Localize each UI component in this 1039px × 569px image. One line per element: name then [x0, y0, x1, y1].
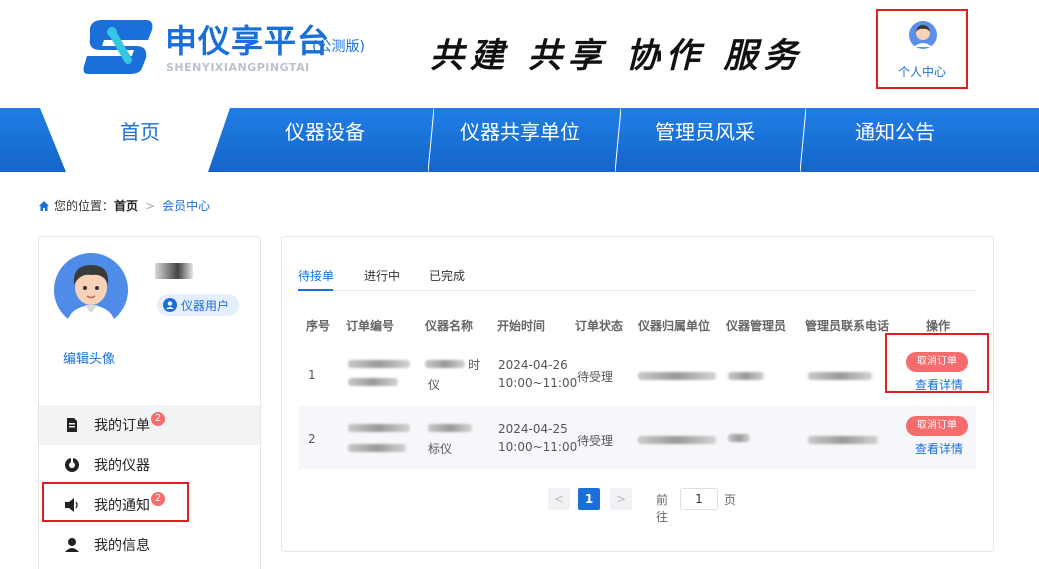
breadcrumb-member-center[interactable]: 会员中心 — [162, 197, 210, 214]
col-owner-unit: 仪器归属单位 — [638, 319, 711, 333]
order-no-redacted — [348, 444, 406, 452]
orders-panel: 待接单 进行中 已完成 序号 订单编号 仪器名称 开始时间 订单状态 仪器归属单… — [281, 236, 994, 552]
order-status: 待受理 — [577, 370, 614, 384]
order-icon — [67, 418, 77, 432]
logo-badge: (公测版) — [312, 39, 365, 55]
tab-pending[interactable]: 待接单 — [298, 267, 334, 291]
user-icon — [65, 538, 79, 552]
active-tab-indicator — [298, 289, 333, 291]
breadcrumb-prefix: 您的位置： — [54, 199, 115, 213]
owner-unit-redacted — [638, 372, 716, 380]
admin-redacted — [728, 372, 764, 380]
col-admin: 仪器管理员 — [726, 319, 787, 333]
nav-separator — [428, 108, 434, 172]
start-date: 2024-04-25 — [498, 422, 568, 436]
col-index: 序号 — [306, 319, 331, 333]
annotation-highlight — [885, 333, 989, 393]
sidebar-item-label: 我的订单 — [94, 418, 150, 434]
member-sidebar: 仪器用户 编辑头像 我的订单 2 我的仪器 我的通知 2 我的信息 — [38, 236, 261, 569]
next-page-button[interactable]: > — [610, 488, 632, 510]
nav-separator — [800, 108, 806, 172]
prev-page-button[interactable]: < — [548, 488, 570, 510]
view-detail-link[interactable]: 查看详情 — [915, 440, 963, 457]
col-actions: 操作 — [926, 319, 951, 333]
instrument-name-part: 仪 — [428, 378, 441, 392]
admin-redacted — [728, 434, 750, 442]
table-header: 序号 订单编号 仪器名称 开始时间 订单状态 仪器归属单位 仪器管理员 管理员联… — [298, 309, 976, 341]
order-status: 待受理 — [577, 434, 614, 448]
breadcrumb-home[interactable]: 首页 — [114, 197, 138, 214]
logo-title: 申仪享平台 — [165, 22, 331, 60]
nav-separator — [615, 108, 621, 172]
start-date: 2024-04-26 — [498, 358, 568, 372]
nav-tab-units[interactable]: 仪器共享单位 — [440, 116, 600, 148]
user-center-label: 个人中心 — [897, 65, 946, 79]
slogan: 共建 共享 协作 服务 — [430, 36, 804, 76]
table-row: 2 标仪 2024-04-25 10:00~11:00 待受理 取消订单 查看详… — [298, 406, 976, 470]
breadcrumb-separator: > — [145, 198, 156, 213]
tab-completed[interactable]: 已完成 — [429, 267, 465, 291]
col-order-no: 订单编号 — [346, 319, 395, 333]
nav-tab-notices[interactable]: 通知公告 — [820, 116, 970, 148]
edit-avatar-link[interactable]: 编辑头像 — [63, 348, 115, 367]
row-index: 2 — [308, 432, 316, 446]
sidebar-item-profile[interactable]: 我的信息 — [39, 525, 260, 565]
phone-redacted — [808, 436, 878, 444]
home-icon — [39, 200, 49, 211]
cancel-order-button[interactable]: 取消订单 — [906, 416, 968, 436]
instrument-icon — [65, 458, 79, 472]
logo-icon[interactable] — [82, 18, 156, 76]
site-header: 申仪享平台 (公测版) SHENYIXIANGPINGTAI 共建 共享 协作 … — [0, 0, 1039, 108]
order-tabs: 待接单 进行中 已完成 — [298, 267, 976, 291]
role-badge: 仪器用户 — [157, 294, 240, 316]
instrument-name-redacted — [428, 424, 472, 432]
instrument-name-part: 时 — [468, 358, 481, 372]
phone-redacted — [808, 372, 872, 380]
order-no-redacted — [348, 424, 410, 432]
order-no-redacted — [348, 360, 410, 368]
sidebar-item-orders[interactable]: 我的订单 2 — [39, 405, 260, 445]
goto-suffix: 页 — [724, 493, 737, 507]
row-index: 1 — [308, 368, 316, 382]
start-time: 10:00~11:00 — [498, 376, 578, 390]
col-instrument: 仪器名称 — [425, 319, 474, 333]
start-time: 10:00~11:00 — [498, 440, 578, 454]
avatar — [54, 253, 128, 327]
sidebar-item-label: 我的信息 — [94, 538, 150, 554]
col-status: 订单状态 — [575, 319, 624, 333]
order-no-redacted — [348, 378, 398, 386]
col-phone: 管理员联系电话 — [805, 319, 890, 333]
goto-prefix: 前往 — [656, 493, 669, 524]
avatar-icon — [909, 21, 937, 49]
goto-page-value: 1 — [695, 492, 703, 506]
goto-page-input[interactable]: 1 — [680, 488, 718, 510]
role-label: 仪器用户 — [181, 298, 230, 313]
user-name-redacted — [155, 263, 193, 279]
logo-subtitle: SHENYIXIANGPINGTAI — [166, 61, 310, 74]
main-nav: 首页 仪器设备 仪器共享单位 管理员风采 通知公告 — [0, 108, 1039, 172]
nav-tab-instruments[interactable]: 仪器设备 — [250, 116, 400, 148]
instrument-name-part: 标仪 — [428, 442, 453, 456]
sidebar-item-label: 我的仪器 — [94, 458, 150, 474]
nav-tab-home[interactable]: 首页 — [40, 108, 250, 172]
page-1[interactable]: 1 — [578, 488, 600, 510]
unread-badge: 2 — [151, 412, 165, 426]
breadcrumb: 您的位置： 首页 > 会员中心 — [38, 197, 210, 214]
instrument-name-redacted — [425, 360, 465, 368]
user-center-button[interactable]: 个人中心 — [876, 9, 968, 89]
col-start-time: 开始时间 — [497, 319, 546, 333]
annotation-highlight — [42, 482, 189, 522]
nav-tab-admins[interactable]: 管理员风采 — [630, 116, 780, 148]
table-row: 1 时 仪 2024-04-26 10:00~11:00 待受理 取消订单 查看… — [298, 342, 976, 406]
nav-tab-home-label: 首页 — [120, 120, 160, 144]
sidebar-item-instruments[interactable]: 我的仪器 — [39, 445, 260, 485]
user-badge-icon — [163, 298, 177, 312]
owner-unit-redacted — [638, 436, 716, 444]
tab-in-progress[interactable]: 进行中 — [364, 267, 400, 291]
